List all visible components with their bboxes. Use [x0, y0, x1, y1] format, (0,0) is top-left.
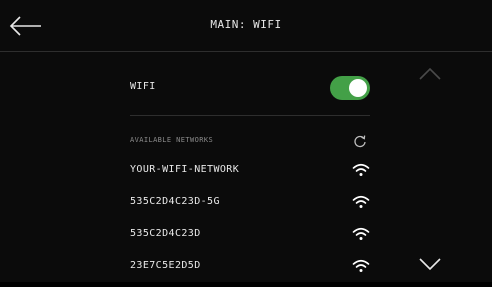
refresh-button[interactable] [352, 133, 368, 149]
wifi-signal-icon [352, 259, 370, 272]
network-list: YOUR-WIFI-NETWORK 535C2D4C23D-5G 535C2D4… [130, 159, 370, 287]
scroll-up-button[interactable] [415, 65, 445, 83]
divider [130, 115, 370, 116]
network-item[interactable]: 535C2D4C23D-5G [130, 191, 370, 223]
chevron-down-icon [419, 258, 441, 271]
scroll-down-button[interactable] [415, 255, 445, 273]
wifi-signal-icon [352, 195, 370, 208]
header-bar: MAIN: WIFI [0, 0, 492, 52]
network-item[interactable]: YOUR-WIFI-NETWORK [130, 159, 370, 191]
network-name: 535C2D4C23D [130, 228, 201, 239]
network-name: 535C2D4C23D-5G [130, 196, 220, 207]
wifi-signal-icon [352, 163, 370, 176]
toggle-knob [349, 79, 367, 97]
available-networks-label: AVAILABLE NETWORKS [130, 136, 214, 144]
content-area: WIFI AVAILABLE NETWORKS YOUR-WIFI-NETWOR… [0, 53, 492, 282]
network-item[interactable]: 535C2D4C23D [130, 223, 370, 255]
refresh-icon [354, 135, 366, 148]
network-name: YOUR-WIFI-NETWORK [130, 164, 240, 175]
available-networks-header: AVAILABLE NETWORKS [130, 133, 370, 149]
wifi-toggle-row: WIFI [130, 75, 370, 101]
wifi-signal-icon [352, 227, 370, 240]
wifi-settings-screen: MAIN: WIFI WIFI AVAILABLE NETWORKS YOUR-… [0, 0, 492, 282]
page-title: MAIN: WIFI [210, 18, 282, 31]
chevron-up-icon [419, 67, 441, 80]
wifi-label: WIFI [130, 81, 156, 92]
network-name: 23E7C5E2D5D [130, 260, 201, 271]
network-item[interactable]: 23E7C5E2D5D [130, 255, 370, 287]
wifi-toggle[interactable] [330, 76, 370, 100]
